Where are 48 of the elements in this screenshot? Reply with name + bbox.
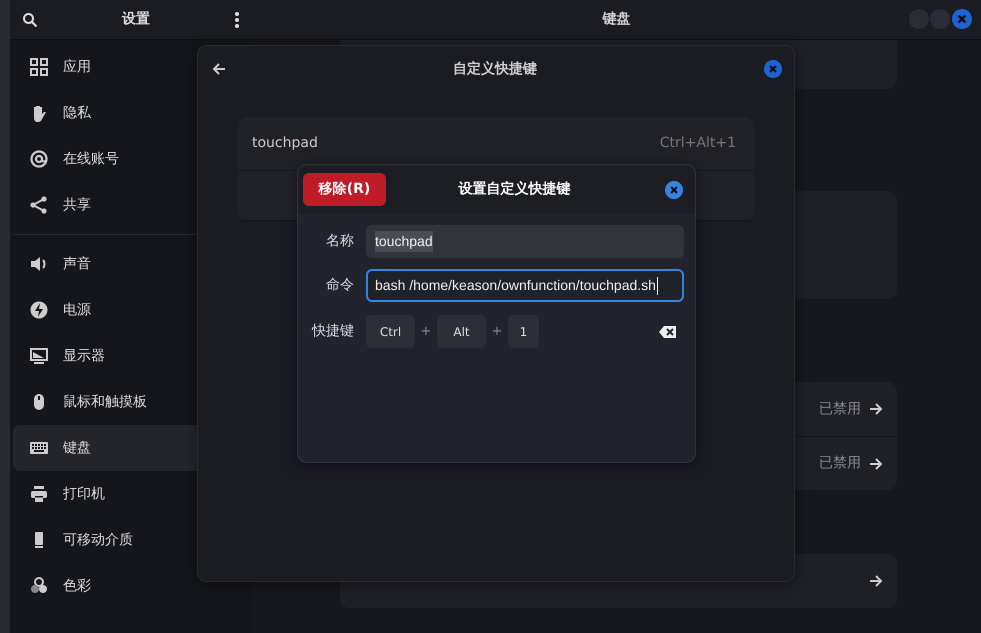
search-icon[interactable] — [22, 12, 38, 28]
dialog-title: 自定义快捷键 — [453, 60, 537, 78]
sidebar-item[interactable]: 应用 — [13, 44, 252, 90]
at-sign-icon — [29, 149, 49, 169]
backspace-icon[interactable] — [659, 326, 676, 338]
shortcut-keys: Ctrl+Alt+1 — [660, 133, 736, 154]
close-button[interactable] — [764, 60, 782, 78]
sidebar-item[interactable]: 显示器 — [13, 333, 252, 379]
power-icon — [29, 300, 49, 320]
sidebar-item[interactable]: 声音 — [13, 241, 252, 287]
close-icon[interactable] — [952, 9, 972, 29]
display-icon — [29, 346, 49, 366]
apps-icon — [29, 57, 49, 77]
sidebar-item[interactable]: 可移动介质 — [13, 517, 252, 563]
field-label: 命令 — [325, 276, 354, 295]
sidebar-item[interactable]: 电源 — [13, 287, 252, 333]
status-text: 已禁用 — [819, 400, 861, 418]
input-field[interactable]: bash /home/keason/ownfunction/touchpad.sh — [366, 269, 684, 302]
close-button[interactable] — [665, 180, 683, 198]
plus-sign: + — [420, 322, 432, 341]
remove-button[interactable]: 移除(R) — [303, 173, 386, 206]
dialog-title: 设置自定义快捷键 — [458, 180, 570, 199]
settings-row[interactable]: 已禁用 — [340, 382, 897, 436]
menu-icon[interactable] — [234, 10, 240, 28]
status-text: 已禁用 — [819, 454, 861, 473]
sidebar-item[interactable]: 共享 — [13, 182, 252, 228]
key-cap: Ctrl — [366, 315, 415, 348]
sidebar-item[interactable]: 在线账号 — [13, 136, 252, 182]
window-title: 键盘 — [602, 10, 630, 29]
sidebar-item[interactable]: 鼠标和触摸板 — [13, 379, 252, 425]
share-icon — [29, 195, 49, 215]
sidebar-item[interactable]: 打印机 — [13, 471, 252, 517]
key-cap: Alt — [437, 315, 486, 348]
color-circles-icon — [29, 576, 49, 596]
arrow-right-icon — [869, 456, 883, 470]
sidebar-title: 设置 — [122, 10, 150, 29]
shortcut-name: touchpad — [252, 134, 318, 153]
sidebar-item[interactable]: 隐私 — [13, 90, 252, 136]
input-field[interactable]: touchpad — [366, 225, 684, 258]
sidebar-item[interactable]: 色彩 — [13, 563, 252, 609]
back-arrow-icon[interactable] — [212, 62, 226, 76]
plus-sign: + — [490, 322, 504, 341]
field-label: 快捷键 — [310, 322, 354, 341]
arrow-right-icon — [869, 402, 883, 416]
field-label: 名称 — [325, 232, 354, 251]
printer-icon — [29, 484, 49, 504]
arrow-right-icon — [869, 574, 883, 588]
key-cap: 1 — [508, 315, 539, 348]
